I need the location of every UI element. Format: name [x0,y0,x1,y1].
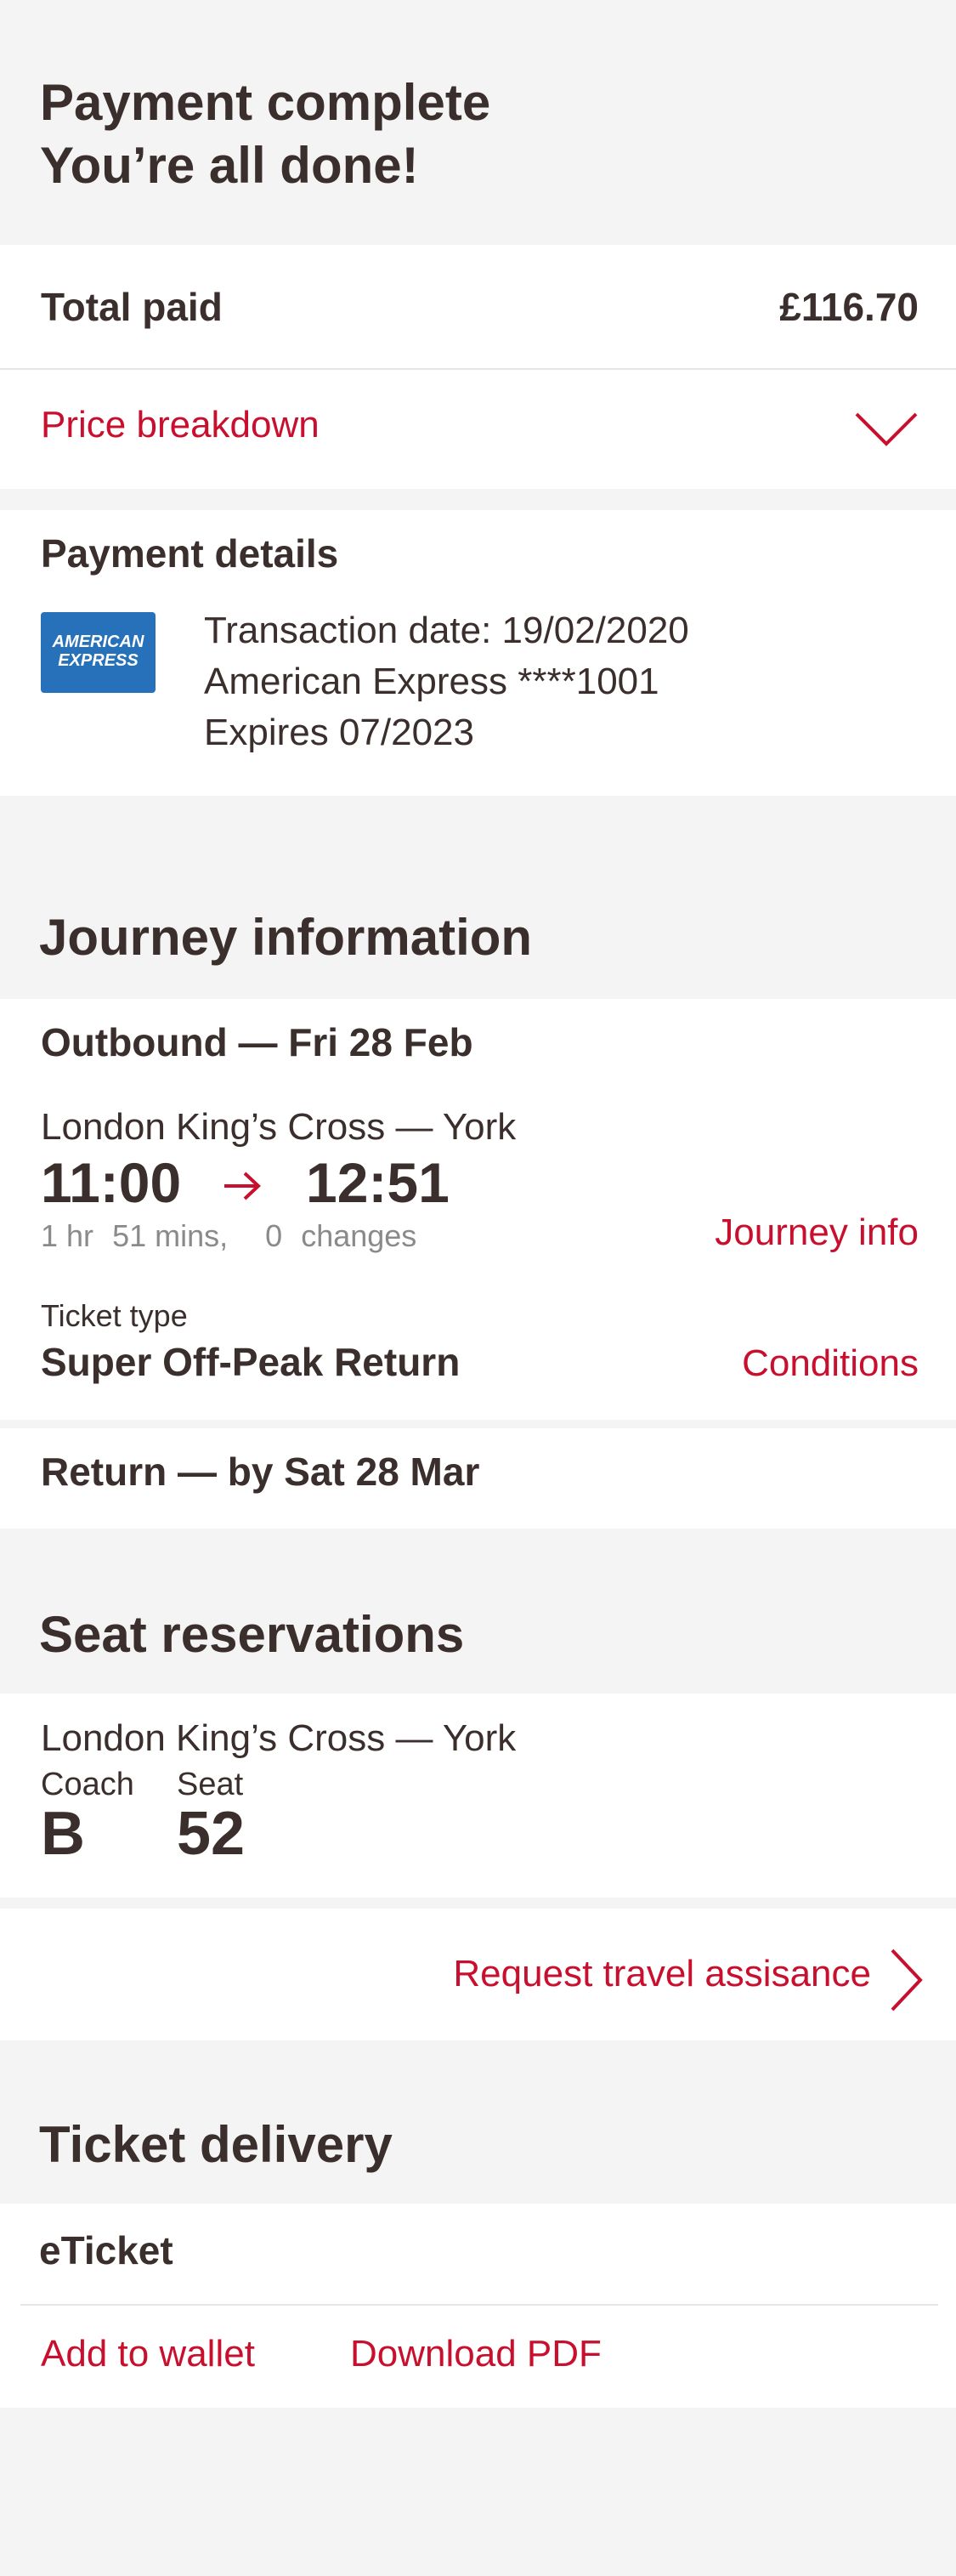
page-title-line1: Payment complete [40,74,491,131]
delivery-section-title: Ticket delivery [39,2116,393,2173]
download-pdf-link[interactable]: Download PDF [350,2333,602,2375]
ticket-delivery-card: eTicket Add to wallet Download PDF [0,2204,956,2408]
arrival-time: 12:51 [306,1151,450,1214]
total-paid-amount: £116.70 [779,285,919,329]
transaction-date: Transaction date: 19/02/2020 [204,610,689,651]
journey-duration: 1 hr 51 mins, 0 changes [41,1218,416,1254]
ticket-type-value: Super Off-Peak Return [41,1340,461,1384]
seat-reservation-card: London King’s Cross — York Coach B Seat … [0,1694,956,1898]
return-title: Return — by Sat 28 Mar [41,1450,480,1494]
delivery-type: eTicket [39,2228,173,2272]
outbound-card: Outbound — Fri 28 Feb London King’s Cros… [0,999,956,1420]
return-card: Return — by Sat 28 Mar [0,1428,956,1529]
changes-label: changes [301,1218,417,1253]
page-title: Payment complete You’re all done! [40,71,490,197]
journey-info-link[interactable]: Journey info [715,1211,919,1254]
price-breakdown-toggle[interactable]: Price breakdown [0,370,956,489]
coach-label: Coach [41,1767,134,1802]
page-title-line2: You’re all done! [40,137,419,194]
total-paid-label: Total paid [41,285,223,329]
seat-label: Seat [177,1767,244,1802]
add-to-wallet-link[interactable]: Add to wallet [41,2333,255,2375]
arrow-right-icon [224,1172,261,1200]
payment-details-card: Payment details AMERICAN EXPRESS Transac… [0,510,956,796]
changes-count: 0 [265,1218,283,1253]
outbound-route: London King’s Cross — York [41,1106,517,1148]
journey-section-title: Journey information [39,909,533,966]
duration-hours: 1 hr [41,1218,94,1253]
duration-minutes: 51 mins, [112,1218,229,1253]
chevron-down-icon [855,412,918,446]
chevron-right-icon [891,1949,923,2011]
request-assistance-button[interactable]: Request travel assisance [0,1909,956,2040]
price-breakdown-label: Price breakdown [41,404,320,445]
seat-value: 52 [177,1800,246,1868]
seat-route: London King’s Cross — York [41,1717,517,1759]
request-assistance-label: Request travel assisance [453,1953,871,1994]
ticket-type-label: Ticket type [41,1298,188,1333]
outbound-title: Outbound — Fri 28 Feb [41,1020,473,1064]
conditions-link[interactable]: Conditions [742,1342,919,1385]
amex-card-icon: AMERICAN EXPRESS [41,612,156,693]
departure-time: 11:00 [41,1151,182,1214]
coach-value: B [41,1800,85,1868]
card-expiry: Expires 07/2023 [204,712,474,753]
total-paid-row: Total paid £116.70 [0,245,956,368]
card-number: American Express ****1001 [204,661,659,702]
seat-section-title: Seat reservations [39,1606,465,1663]
payment-info: Transaction date: 19/02/2020 American Ex… [204,605,689,758]
divider [20,2304,938,2306]
payment-details-title: Payment details [41,531,339,576]
